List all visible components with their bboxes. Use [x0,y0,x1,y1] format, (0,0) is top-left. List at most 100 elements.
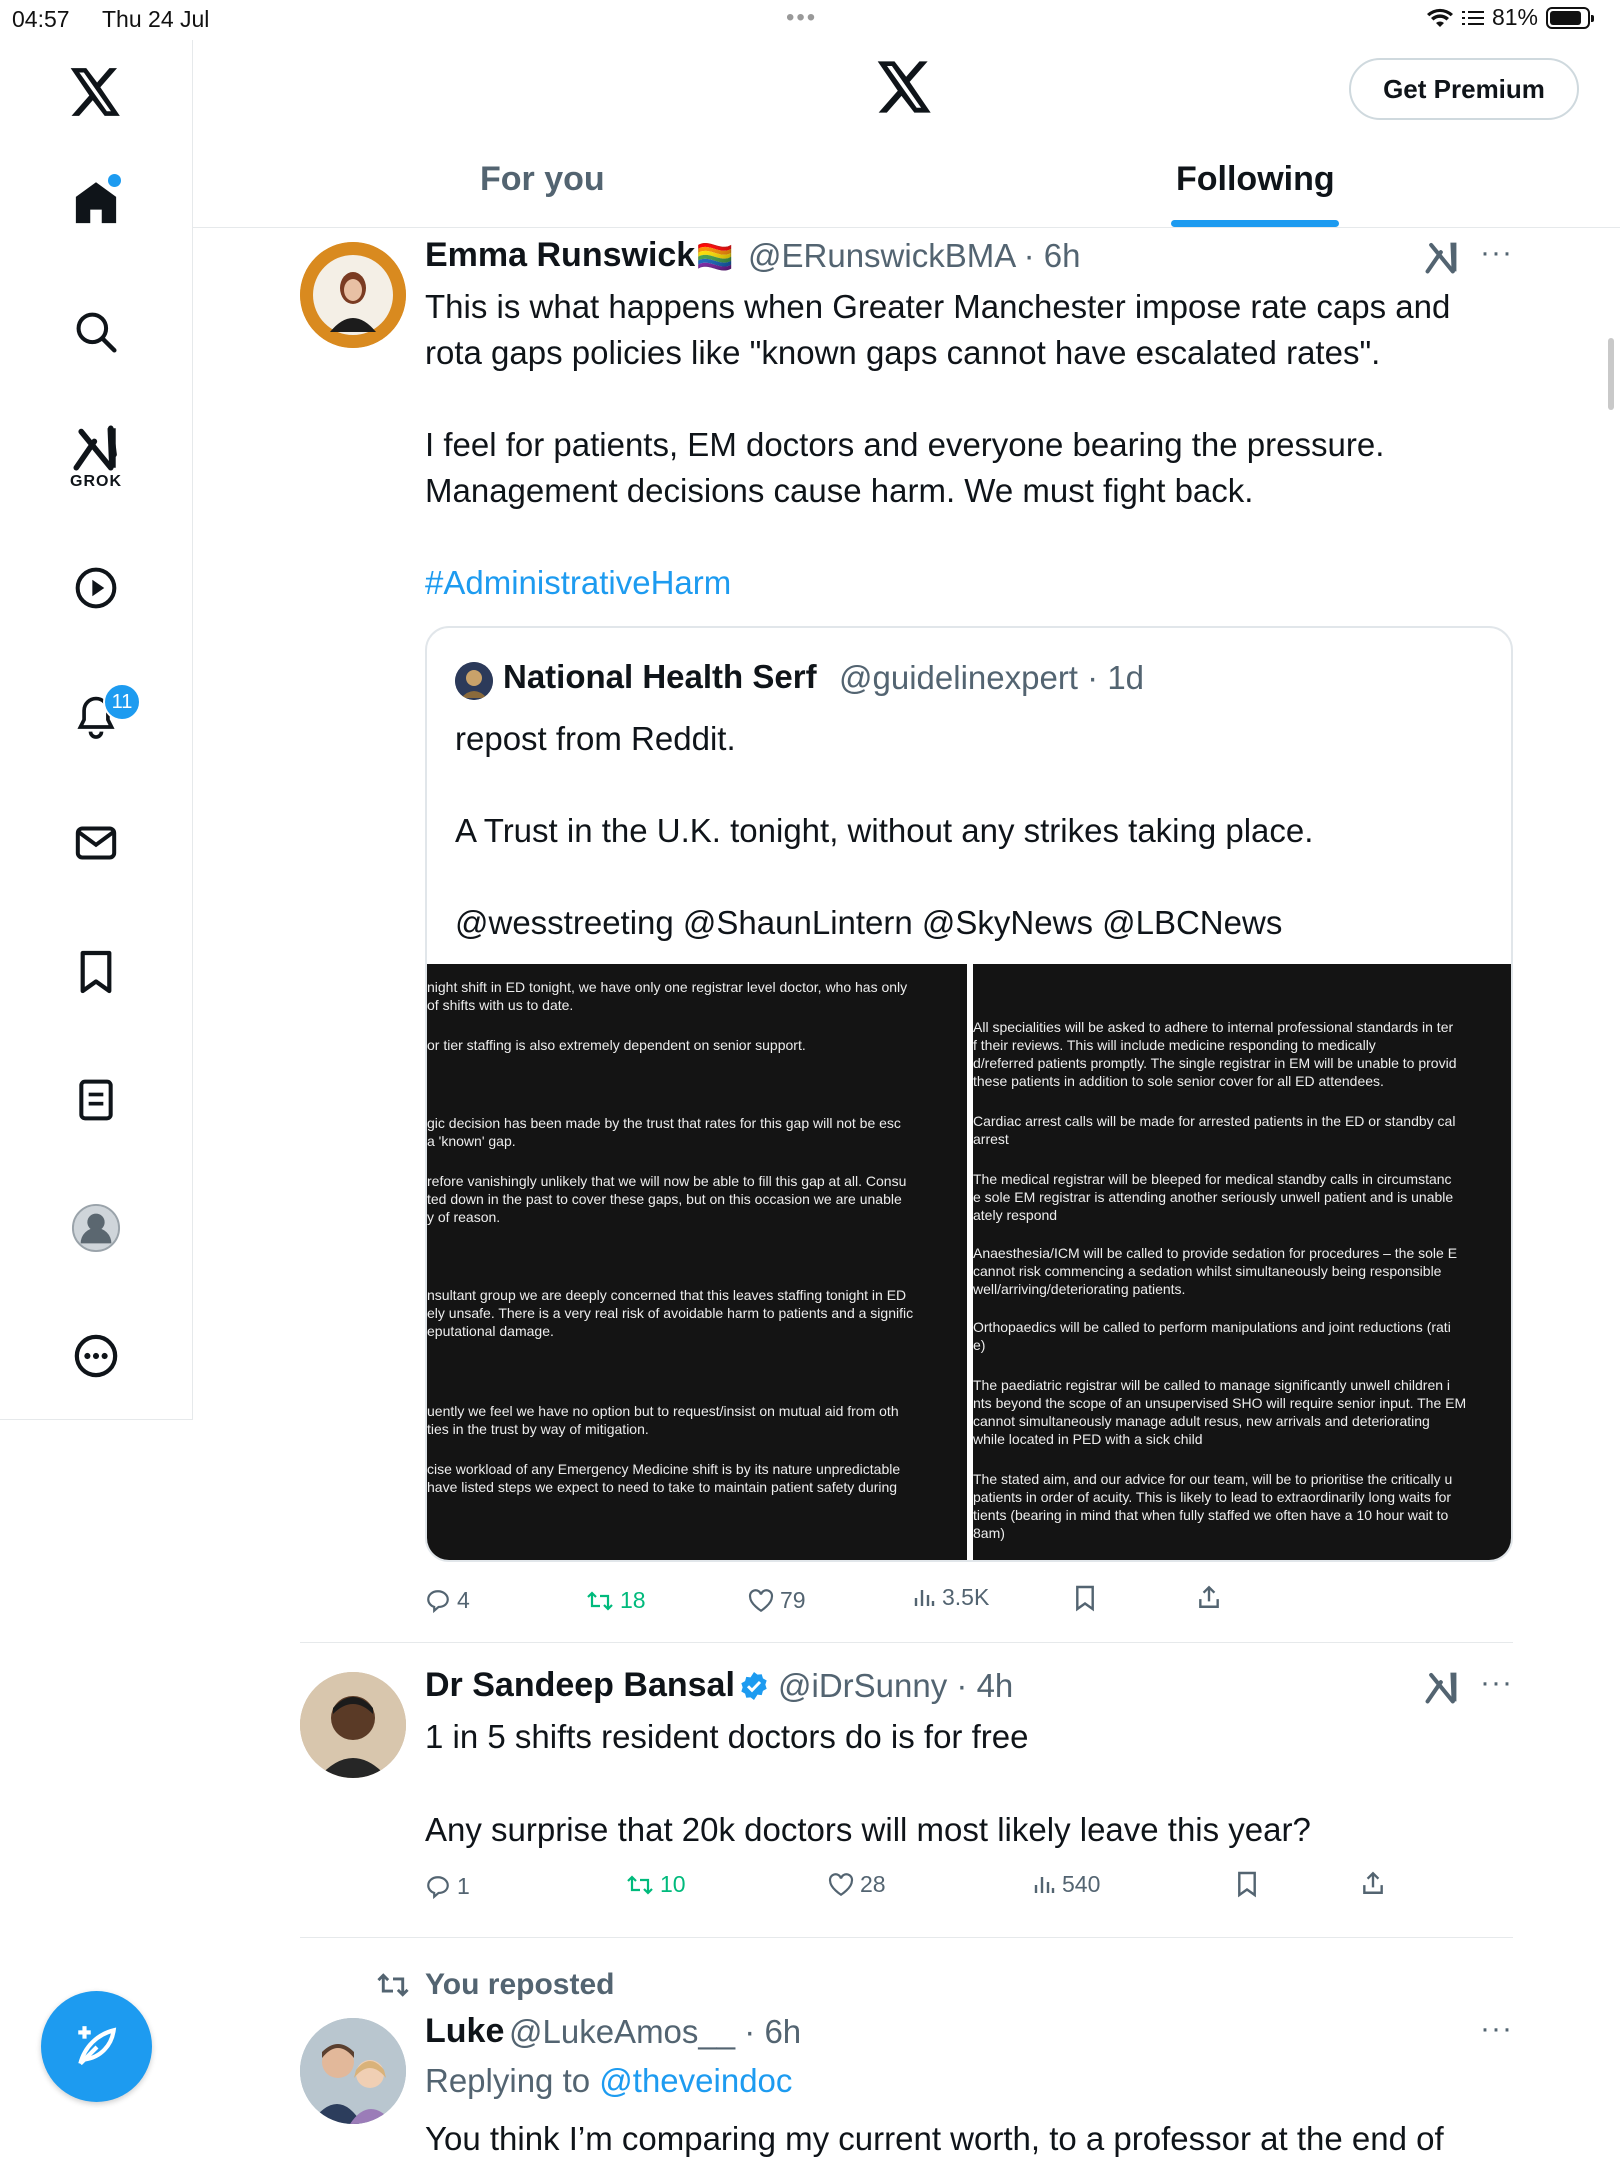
quote-media-image[interactable]: night shift in ED tonight, we have only … [427,964,1511,1560]
quote-text-line: A Trust in the U.K. tonight, without any… [455,812,1314,849]
view-count: 3.5K [942,1584,990,1610]
media-text-line: uently we feel we have no option but to … [427,1403,899,1419]
like-button[interactable]: 28 [828,1871,886,1898]
tab-following[interactable]: Following [1176,160,1335,199]
post-author-handle[interactable]: @LukeAmos__ · 6h [509,2013,801,2051]
media-text-line: Cardiac arrest calls will be made for ar… [973,1113,1456,1129]
media-text-line: refore vanishingly unlikely that we will… [427,1173,907,1189]
avatar[interactable] [300,1672,406,1778]
media-text-line: Anaesthesia/ICM will be called to provid… [973,1245,1458,1261]
grok-explain-button[interactable] [1424,1670,1460,1709]
media-text-line: d/referred patients promptly. The single… [973,1055,1457,1071]
bookmark-button[interactable] [1074,1584,1096,1612]
media-text-line: 8am) [973,1525,1005,1541]
sidebar-item-home[interactable] [56,162,136,242]
bookmark-button[interactable] [1236,1870,1258,1898]
media-text-line: ely unsafe. There is a very real risk of… [427,1305,914,1321]
post-more-icon[interactable]: ··· [1480,1666,1513,1700]
header-divider [193,227,1620,228]
post-author-name[interactable]: Dr Sandeep Bansal [425,1666,735,1705]
views-icon [914,1589,935,1606]
media-text-line: The medical registrar will be bleeped fo… [973,1171,1452,1187]
grok-explain-button[interactable] [1424,240,1460,279]
multitask-dots-icon[interactable]: ••• [786,4,817,32]
grok-label: GROK [70,473,122,490]
share-button[interactable] [1196,1584,1222,1610]
media-text-line: a 'known' gap. [427,1133,516,1149]
media-text-line: these patients in addition to sole senio… [973,1073,1384,1089]
sidebar-item-messages[interactable] [56,803,136,883]
sidebar-item-profile[interactable] [56,1188,136,1268]
compose-icon [77,2025,116,2065]
scrollbar[interactable] [1608,338,1614,410]
sidebar-item-bookmarks[interactable] [56,932,136,1012]
reply-icon [427,1875,449,1899]
quote-avatar-image [455,662,493,700]
sidebar-item-grok[interactable]: GROK [56,418,136,498]
quote-text-line: @wesstreeting @ShaunLintern @SkyNews @LB… [455,904,1283,941]
repost-count: 10 [660,1871,686,1897]
reply-count: 4 [457,1587,470,1613]
status-time: 04:57 [12,6,70,32]
media-text-line: All specialities will be asked to adhere… [973,1019,1454,1035]
sidebar-item-lists[interactable] [56,1060,136,1140]
repost-icon [587,1590,613,1611]
repost-icon [627,1874,653,1895]
avatar-image [300,2018,406,2124]
mail-icon [75,826,117,860]
media-text-line: patients in order of acuity. This is lik… [973,1489,1452,1505]
media-text-line: of shifts with us to date. [427,997,574,1013]
repost-label[interactable]: You reposted [425,1968,614,2002]
like-count: 79 [780,1587,806,1613]
repost-button[interactable]: 10 [626,1871,686,1898]
avatar[interactable] [300,2018,406,2124]
compose-button[interactable] [41,1991,152,2102]
notification-badge: 11 [103,683,141,721]
hashtag-link[interactable]: #AdministrativeHarm [425,560,731,606]
verified-badge-icon [741,1672,767,1700]
views-button[interactable]: 3.5K [912,1584,989,1611]
reply-button[interactable]: 1 [425,1873,470,1900]
header-x-logo[interactable] [877,60,933,119]
pride-flag-emoji: 🏳️‍🌈 [696,241,734,274]
views-button[interactable]: 540 [1032,1871,1100,1898]
media-text-line: nsultant group we are deeply concerned t… [427,1287,907,1303]
quote-author-name: National Health Serf [503,658,817,695]
media-text-line: well/arriving/deteriorating patients. [973,1281,1186,1297]
reply-button[interactable]: 4 [425,1587,470,1614]
media-left-panel: night shift in ED tonight, we have only … [427,964,967,1560]
share-button[interactable] [1360,1870,1386,1896]
post-author-name[interactable]: Emma Runswick [425,236,695,275]
sidebar-item-video[interactable] [56,548,136,628]
repost-button[interactable]: 18 [586,1587,646,1614]
sidebar-item-search[interactable] [56,292,136,372]
like-button[interactable]: 79 [748,1587,806,1614]
post-time: 6h [1043,237,1081,274]
sidebar-x-logo[interactable] [56,52,136,132]
post-author-name[interactable]: Luke [425,2012,504,2051]
tab-active-indicator [1171,220,1339,227]
post-text-line: I feel for patients, EM doctors and ever… [425,426,1385,463]
get-premium-button[interactable]: Get Premium [1349,58,1579,120]
post-author-handle[interactable]: @iDrSunny · 4h [778,1667,1013,1705]
post-text-line: Management decisions cause harm. We must… [425,472,1254,509]
post-more-icon[interactable]: ··· [1480,2012,1513,2046]
post-text-line: 1 in 5 shifts resident doctors do is for… [425,1718,1029,1755]
profile-icon [71,1203,121,1253]
views-icon [1034,1876,1055,1893]
media-text-line: e sole EM registrar is attending another… [973,1189,1454,1205]
quote-avatar [455,662,493,700]
media-text-line: tients (bearing in mind that when fully … [973,1507,1449,1523]
share-icon [1363,1871,1383,1894]
list-icon [79,1079,113,1121]
quoted-post[interactable]: National Health Serf @guidelinexpert · 1… [425,626,1513,1562]
replying-to-link[interactable]: @theveindoc [599,2062,792,2099]
tab-for-you[interactable]: For you [480,160,605,199]
post-author-handle[interactable]: @ERunswickBMA · 6h [748,237,1080,275]
post-more-icon[interactable]: ··· [1480,236,1513,270]
media-text-line: or tier staffing is also extremely depen… [427,1037,806,1053]
repost-icon [377,1973,409,1997]
sidebar-item-more[interactable] [56,1316,136,1396]
avatar[interactable] [300,242,406,348]
bookmark-icon [1238,1871,1256,1898]
